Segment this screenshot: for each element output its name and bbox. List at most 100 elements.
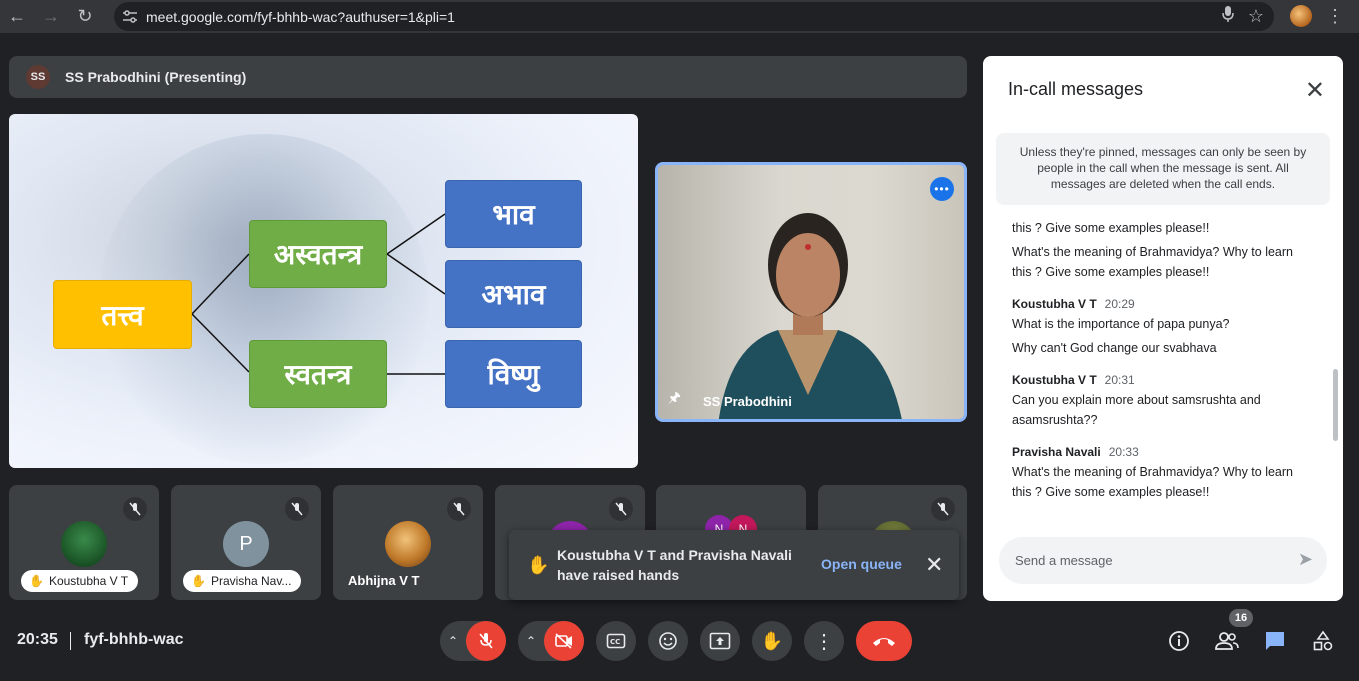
- sender-name: Pravisha Navali: [1012, 445, 1101, 459]
- scrollbar[interactable]: [1333, 369, 1338, 441]
- close-icon[interactable]: ✕: [925, 552, 943, 578]
- message-text: Why can't God change our svabhava: [1012, 341, 1217, 355]
- avatar: [385, 521, 431, 567]
- leave-call-button[interactable]: [856, 621, 912, 661]
- emoji-icon: [659, 632, 677, 650]
- mic-off-icon: [447, 497, 471, 521]
- presenter-video-feed: [718, 213, 902, 419]
- participant-name: Koustubha V T: [48, 574, 129, 588]
- reactions-button[interactable]: [648, 621, 688, 661]
- message-sender: Koustubha V T 20:31: [1012, 370, 1312, 390]
- more-options-button[interactable]: ⋮: [804, 621, 844, 661]
- presenter-video-name: SS Prabodhini: [703, 394, 792, 409]
- browser-toolbar: ← → ↻ meet.google.com/fyf-bhhb-wac?authu…: [0, 0, 1359, 33]
- chat-notice: Unless they're pinned, messages can only…: [996, 133, 1330, 205]
- message-time: 20:31: [1104, 373, 1135, 387]
- avatar: [61, 521, 107, 567]
- message-text: Can you explain more about samsrushta an…: [1012, 393, 1261, 427]
- participants-count-badge: 16: [1229, 609, 1253, 627]
- message-text: What's the meaning of Brahmavidya? Why t…: [1012, 245, 1293, 279]
- audio-control-group: ⌃: [440, 621, 506, 661]
- site-settings-icon[interactable]: [114, 9, 146, 24]
- bookmark-star-icon[interactable]: ☆: [1248, 6, 1264, 27]
- address-bar[interactable]: meet.google.com/fyf-bhhb-wac?authuser=1&…: [114, 2, 1274, 31]
- participant-name: Abhijna V T: [348, 573, 420, 588]
- in-call-messages-panel: In-call messages ✕ Unless they're pinned…: [983, 56, 1343, 601]
- mic-off-icon: [479, 633, 493, 649]
- message-list[interactable]: this ? Give some examples please!! What'…: [1012, 218, 1312, 528]
- audio-settings-chevron-icon[interactable]: ⌃: [448, 634, 458, 648]
- input-placeholder: Send a message: [1015, 553, 1113, 568]
- mic-off-icon: [931, 497, 955, 521]
- svg-text:CC: CC: [610, 638, 620, 646]
- slide-box-abhava: अभाव: [445, 260, 582, 328]
- message-sender: Koustubha V T 20:29: [1012, 294, 1312, 314]
- message-text: What's the meaning of Brahmavidya? Why t…: [1012, 465, 1293, 499]
- participant-tile-pravisha[interactable]: P ✋ Pravisha Nav...: [171, 485, 321, 600]
- camera-toggle-button[interactable]: [544, 621, 584, 661]
- people-icon[interactable]: [1214, 628, 1240, 654]
- mic-off-icon: [285, 497, 309, 521]
- send-icon[interactable]: ➤: [1298, 549, 1313, 570]
- slide-box-asvatantra: अस्वतन्त्र: [249, 220, 387, 288]
- sender-name: Koustubha V T: [1012, 373, 1097, 387]
- notification-message: Koustubha V T and Pravisha Navali have r…: [557, 547, 792, 583]
- slide-box-vishnu: विष्णु: [445, 340, 582, 408]
- microphone-icon[interactable]: [1222, 5, 1234, 28]
- more-vert-icon: ⋮: [814, 630, 834, 653]
- url-text: meet.google.com/fyf-bhhb-wac?authuser=1&…: [146, 8, 455, 25]
- chat-icon[interactable]: [1262, 628, 1288, 654]
- panel-title: In-call messages: [1008, 79, 1144, 99]
- activities-icon[interactable]: [1310, 628, 1336, 654]
- participant-tile-abhijna[interactable]: Abhijna V T: [333, 485, 483, 600]
- camera-off-icon: [555, 633, 572, 649]
- presenter-video-tile[interactable]: ••• 🖈 SS Prabodhini: [655, 162, 967, 422]
- message-time: 20:29: [1104, 297, 1135, 311]
- presenter-bar: SS SS Prabodhini (Presenting): [9, 56, 967, 98]
- message-input[interactable]: Send a message ➤: [999, 537, 1327, 584]
- meeting-details-icon[interactable]: [1166, 628, 1192, 654]
- video-control-group: ⌃: [518, 621, 584, 661]
- message-sender: Pravisha Navali 20:33: [1012, 442, 1312, 462]
- raised-hand-name-badge: ✋ Pravisha Nav...: [183, 570, 302, 592]
- hand-raise-icon: ✋: [760, 630, 784, 651]
- avatar: P: [223, 521, 269, 567]
- reload-icon[interactable]: ↻: [68, 0, 102, 33]
- captions-icon: CC: [606, 633, 626, 649]
- captions-button[interactable]: CC: [596, 621, 636, 661]
- slide-box-svatantra: स्वतन्त्र: [249, 340, 387, 408]
- hand-raised-icon: ✋: [29, 574, 44, 588]
- message-text: What is the importance of papa punya?: [1012, 317, 1230, 331]
- avatar: SS: [26, 65, 50, 89]
- raised-hand-name-badge: ✋ Koustubha V T: [21, 570, 139, 592]
- hang-up-icon: [873, 638, 895, 646]
- message-text: this ? Give some examples please!!: [1012, 221, 1210, 235]
- mic-off-icon: [123, 497, 147, 521]
- raise-hand-button[interactable]: ✋: [752, 621, 792, 661]
- participant-tile-koustubha[interactable]: ✋ Koustubha V T: [9, 485, 159, 600]
- meeting-time: 20:35: [17, 631, 58, 648]
- present-screen-icon: [709, 632, 731, 650]
- more-options-icon[interactable]: •••: [930, 177, 954, 201]
- mic-off-icon: [609, 497, 633, 521]
- video-settings-chevron-icon[interactable]: ⌃: [526, 634, 536, 648]
- participant-name: Pravisha Nav...: [210, 574, 292, 588]
- sender-name: Koustubha V T: [1012, 297, 1097, 311]
- close-icon[interactable]: ✕: [1305, 76, 1325, 105]
- present-button[interactable]: [700, 621, 740, 661]
- open-queue-button[interactable]: Open queue: [821, 556, 902, 572]
- message-time: 20:33: [1108, 445, 1139, 459]
- hand-raised-icon: ✋: [191, 574, 206, 588]
- hand-raised-icon: ✋: [527, 555, 550, 575]
- divider: [70, 632, 71, 650]
- back-arrow-icon[interactable]: ←: [0, 0, 34, 33]
- presenter-label: SS Prabodhini (Presenting): [65, 69, 247, 85]
- slide-box-tattva: तत्त्व: [53, 280, 192, 349]
- raised-hands-notification: ✋ Koustubha V T and Pravisha Navali have…: [509, 530, 959, 600]
- browser-menu-icon[interactable]: ⋮: [1326, 6, 1344, 27]
- forward-arrow-icon[interactable]: →: [34, 0, 68, 33]
- slide-box-bhava: भाव: [445, 180, 582, 248]
- mic-toggle-button[interactable]: [466, 621, 506, 661]
- profile-avatar[interactable]: [1290, 5, 1312, 27]
- pin-icon[interactable]: 🖈: [668, 387, 681, 411]
